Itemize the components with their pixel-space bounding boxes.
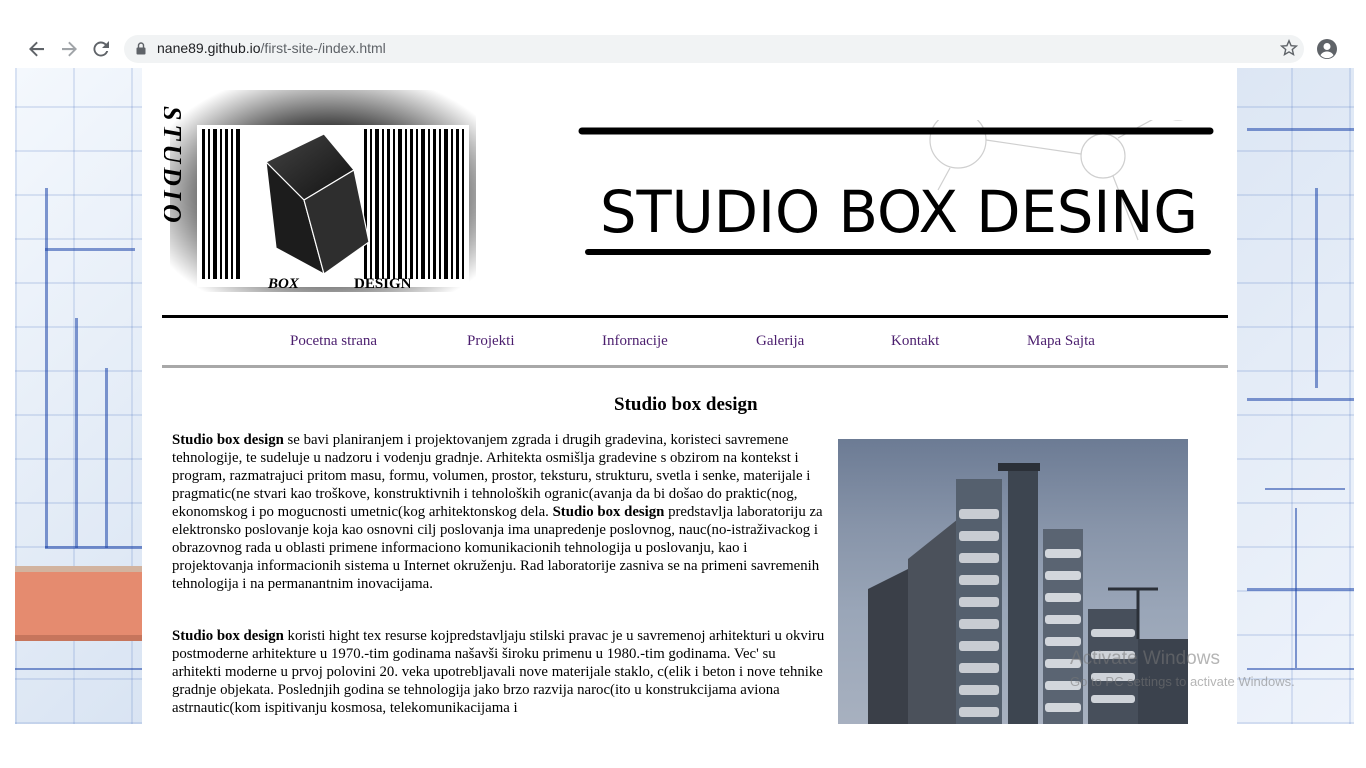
pencil-decoration <box>15 566 142 641</box>
reload-button[interactable] <box>89 37 113 61</box>
browser-toolbar: nane89.github.io/first-site-/index.html <box>0 0 1366 68</box>
lock-icon <box>136 42 146 60</box>
blueprint-line <box>45 188 48 548</box>
paragraph-lead: Studio box design <box>172 432 284 448</box>
arrow-back-icon <box>29 41 44 57</box>
account-circle-icon[interactable] <box>1316 38 1338 65</box>
nav-link-projekti[interactable]: Projekti <box>467 333 515 350</box>
blueprint-line <box>1265 488 1345 490</box>
blueprint-line <box>75 318 78 548</box>
intro-paragraph: Studio box design se bavi planiranjem i … <box>172 431 827 593</box>
arrow-forward-icon <box>62 41 77 57</box>
nav-border-top <box>162 315 1228 318</box>
activation-watermark-title: Activate Windows <box>1070 648 1220 669</box>
nav-link-informacije[interactable]: Infornacije <box>602 333 668 350</box>
logo-design-text: DESIGN <box>354 276 412 292</box>
address-bar[interactable]: nane89.github.io/first-site-/index.html <box>124 35 1304 63</box>
blueprint-line <box>45 546 142 549</box>
logo-box-text: BOX <box>267 276 300 292</box>
second-paragraph: Studio box design koristi hight tex resu… <box>172 627 827 717</box>
nav-link-mapa-sajta[interactable]: Mapa Sajta <box>1027 333 1095 350</box>
blueprint-line <box>15 668 142 670</box>
nav-link-kontakt[interactable]: Kontakt <box>891 333 939 350</box>
page-heading: Studio box design <box>614 394 758 415</box>
reload-icon <box>93 41 109 57</box>
studio-box-design-logo: BOX DESIGN STUDIO <box>164 90 476 292</box>
blueprint-line <box>1247 128 1354 131</box>
site-title: STUDIO BOX DESING <box>600 178 1198 246</box>
blueprint-line <box>1247 668 1354 670</box>
blueprint-line <box>105 368 108 548</box>
site-title-banner: STUDIO BOX DESING <box>578 120 1214 255</box>
blueprint-line <box>1295 508 1297 668</box>
blueprint-line <box>1315 188 1318 388</box>
logo-studio-text: STUDIO <box>164 106 187 227</box>
nav-border-bottom <box>162 365 1228 368</box>
blueprint-line <box>1247 398 1354 401</box>
site-page: BOX DESIGN STUDIO STUDIO BOX DESING Poce… <box>142 68 1237 724</box>
activation-watermark-subtitle: Go to PC settings to activate Windows. <box>1070 674 1295 689</box>
page-viewport: BOX DESIGN STUDIO STUDIO BOX DESING Poce… <box>15 68 1354 724</box>
nav-link-pocetna[interactable]: Pocetna strana <box>290 333 377 350</box>
back-button[interactable] <box>25 37 49 61</box>
paragraph-lead: Studio box design <box>552 504 665 520</box>
star-icon[interactable] <box>1279 39 1299 62</box>
blueprint-line <box>1247 588 1354 591</box>
paragraph-lead: Studio box design <box>172 628 284 644</box>
url-text: nane89.github.io/first-site-/index.html <box>157 40 386 56</box>
blueprint-line <box>45 248 135 251</box>
url-domain: nane89.github.io <box>157 40 261 56</box>
nav-link-galerija[interactable]: Galerija <box>756 333 804 350</box>
url-path: /first-site-/index.html <box>260 40 386 56</box>
forward-button[interactable] <box>57 37 81 61</box>
